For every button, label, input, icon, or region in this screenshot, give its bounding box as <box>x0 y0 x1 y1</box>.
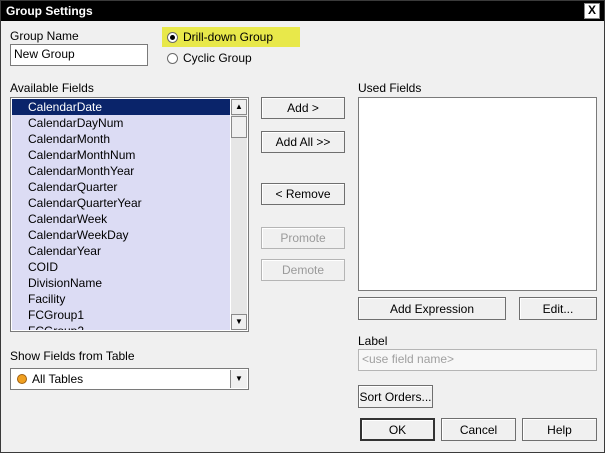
ok-button[interactable]: OK <box>360 418 435 441</box>
add-expression-button[interactable]: Add Expression <box>358 297 506 320</box>
available-fields-items: CalendarDate CalendarDayNum CalendarMonth C… <box>12 99 230 330</box>
list-item[interactable]: CalendarYear <box>12 243 230 259</box>
cancel-button[interactable]: Cancel <box>441 418 516 441</box>
scroll-down-icon[interactable]: ▼ <box>231 314 247 330</box>
list-item[interactable]: DivisionName <box>12 275 230 291</box>
show-fields-value: All Tables <box>32 372 84 386</box>
edit-button[interactable]: Edit... <box>519 297 597 320</box>
list-item[interactable]: CalendarWeekDay <box>12 227 230 243</box>
used-fields-label: Used Fields <box>358 81 422 95</box>
table-dot-icon <box>17 374 27 384</box>
remove-button[interactable]: < Remove <box>261 183 345 205</box>
add-all-button[interactable]: Add All >> <box>261 131 345 153</box>
list-item[interactable]: Facility <box>12 291 230 307</box>
list-item[interactable]: CalendarQuarterYear <box>12 195 230 211</box>
radio-drilldown-group[interactable]: Drill-down Group <box>162 27 300 47</box>
radio-cyclic-label: Cyclic Group <box>183 51 252 65</box>
list-item[interactable]: CalendarMonthNum <box>12 147 230 163</box>
list-item[interactable]: CalendarMonth <box>12 131 230 147</box>
list-item[interactable]: CalendarDayNum <box>12 115 230 131</box>
available-fields-list[interactable]: CalendarDate CalendarDayNum CalendarMonth C… <box>10 97 249 332</box>
list-item[interactable]: FCGroup1 <box>12 307 230 323</box>
available-fields-label: Available Fields <box>10 81 94 95</box>
scroll-thumb[interactable] <box>231 116 247 138</box>
scroll-up-icon[interactable]: ▲ <box>231 99 247 115</box>
group-settings-dialog: Group Settings X Group Name New Group Dr… <box>0 0 605 453</box>
chevron-down-icon[interactable]: ▼ <box>230 370 247 388</box>
used-fields-list[interactable] <box>358 97 597 291</box>
sort-orders-button[interactable]: Sort Orders... <box>358 385 433 408</box>
add-button[interactable]: Add > <box>261 97 345 119</box>
help-button[interactable]: Help <box>522 418 597 441</box>
show-fields-select[interactable]: All Tables ▼ <box>10 368 249 390</box>
close-icon[interactable]: X <box>584 3 600 19</box>
radio-selected-icon <box>167 31 178 43</box>
list-item[interactable]: CalendarMonthYear <box>12 163 230 179</box>
list-item[interactable]: FCGroup2 <box>12 323 230 330</box>
radio-cyclic-group[interactable]: Cyclic Group <box>167 49 252 67</box>
list-item[interactable]: CalendarWeek <box>12 211 230 227</box>
group-name-value: New Group <box>14 47 75 61</box>
available-fields-scrollbar[interactable]: ▲ ▼ <box>231 99 247 330</box>
label-field-label: Label <box>358 334 388 348</box>
label-placeholder: <use field name> <box>362 352 455 366</box>
promote-button[interactable]: Promote <box>261 227 345 249</box>
window-title: Group Settings <box>6 4 93 18</box>
radio-unselected-icon <box>167 52 178 64</box>
list-item[interactable]: COID <box>12 259 230 275</box>
list-item[interactable]: CalendarQuarter <box>12 179 230 195</box>
radio-drilldown-label: Drill-down Group <box>183 30 274 44</box>
group-name-label: Group Name <box>10 29 79 43</box>
title-bar[interactable]: Group Settings X <box>1 1 604 21</box>
group-name-input[interactable]: New Group <box>10 44 148 66</box>
label-input[interactable]: <use field name> <box>358 349 597 371</box>
list-item[interactable]: CalendarDate <box>12 99 230 115</box>
show-fields-label: Show Fields from Table <box>10 349 135 363</box>
demote-button[interactable]: Demote <box>261 259 345 281</box>
